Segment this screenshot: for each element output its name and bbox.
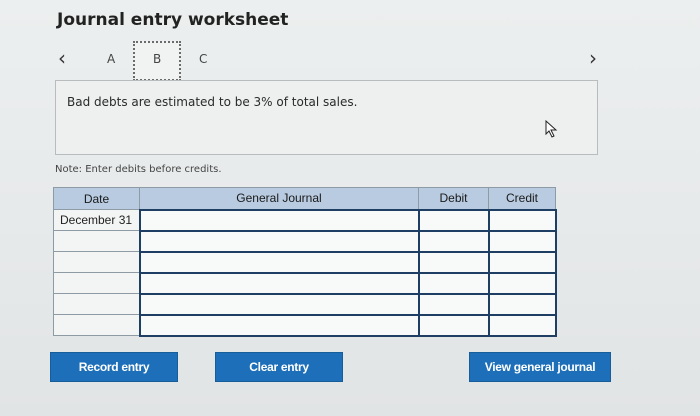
table-row: [53, 229, 557, 253]
credit-input[interactable]: [487, 229, 557, 253]
credit-input[interactable]: [487, 271, 557, 295]
header-general-journal: General Journal: [139, 187, 419, 210]
record-entry-button[interactable]: Record entry: [50, 352, 178, 382]
debit-input[interactable]: [417, 271, 490, 295]
info-box: [55, 80, 598, 155]
account-input[interactable]: [138, 208, 420, 232]
account-input[interactable]: [138, 250, 420, 274]
account-input[interactable]: [138, 229, 420, 253]
tab-c[interactable]: C: [199, 52, 207, 66]
date-cell[interactable]: [53, 230, 140, 252]
date-cell[interactable]: [53, 251, 140, 273]
table-row: [53, 292, 557, 316]
credit-input[interactable]: [487, 250, 557, 274]
debit-input[interactable]: [417, 313, 490, 337]
view-general-journal-button[interactable]: View general journal: [469, 352, 611, 382]
credit-input[interactable]: [487, 292, 557, 316]
account-input[interactable]: [138, 292, 420, 316]
chevron-left-icon[interactable]: ‹: [58, 46, 66, 70]
table-row: [53, 271, 557, 295]
table-header-row: Date General Journal Debit Credit: [53, 187, 556, 210]
note-text: Note: Enter debits before credits.: [55, 164, 222, 175]
date-cell[interactable]: [53, 314, 140, 336]
header-debit: Debit: [418, 187, 489, 210]
credit-input[interactable]: [487, 208, 557, 232]
tab-b[interactable]: B: [153, 52, 161, 66]
info-text: Bad debts are estimated to be 3% of tota…: [67, 95, 358, 109]
debit-input[interactable]: [417, 250, 490, 274]
credit-input[interactable]: [487, 313, 557, 337]
tab-a[interactable]: A: [107, 52, 115, 66]
header-date: Date: [53, 187, 140, 210]
debit-input[interactable]: [417, 292, 490, 316]
table-row: [53, 313, 557, 337]
debit-input[interactable]: [417, 208, 490, 232]
debit-input[interactable]: [417, 229, 490, 253]
worksheet-panel: Journal entry worksheet ‹ › A B C Bad de…: [0, 0, 700, 416]
account-input[interactable]: [138, 271, 420, 295]
date-cell[interactable]: [53, 272, 140, 294]
table-row: December 31: [53, 208, 557, 232]
date-cell: December 31: [53, 209, 140, 231]
account-input[interactable]: [138, 313, 420, 337]
page-title: Journal entry worksheet: [57, 10, 289, 30]
journal-table: Date General Journal Debit Credit Decemb…: [53, 187, 557, 337]
header-credit: Credit: [488, 187, 556, 210]
chevron-right-icon[interactable]: ›: [589, 46, 597, 70]
table-row: [53, 250, 557, 274]
date-cell[interactable]: [53, 293, 140, 315]
clear-entry-button[interactable]: Clear entry: [215, 352, 343, 382]
mouse-pointer-icon: [545, 120, 558, 138]
